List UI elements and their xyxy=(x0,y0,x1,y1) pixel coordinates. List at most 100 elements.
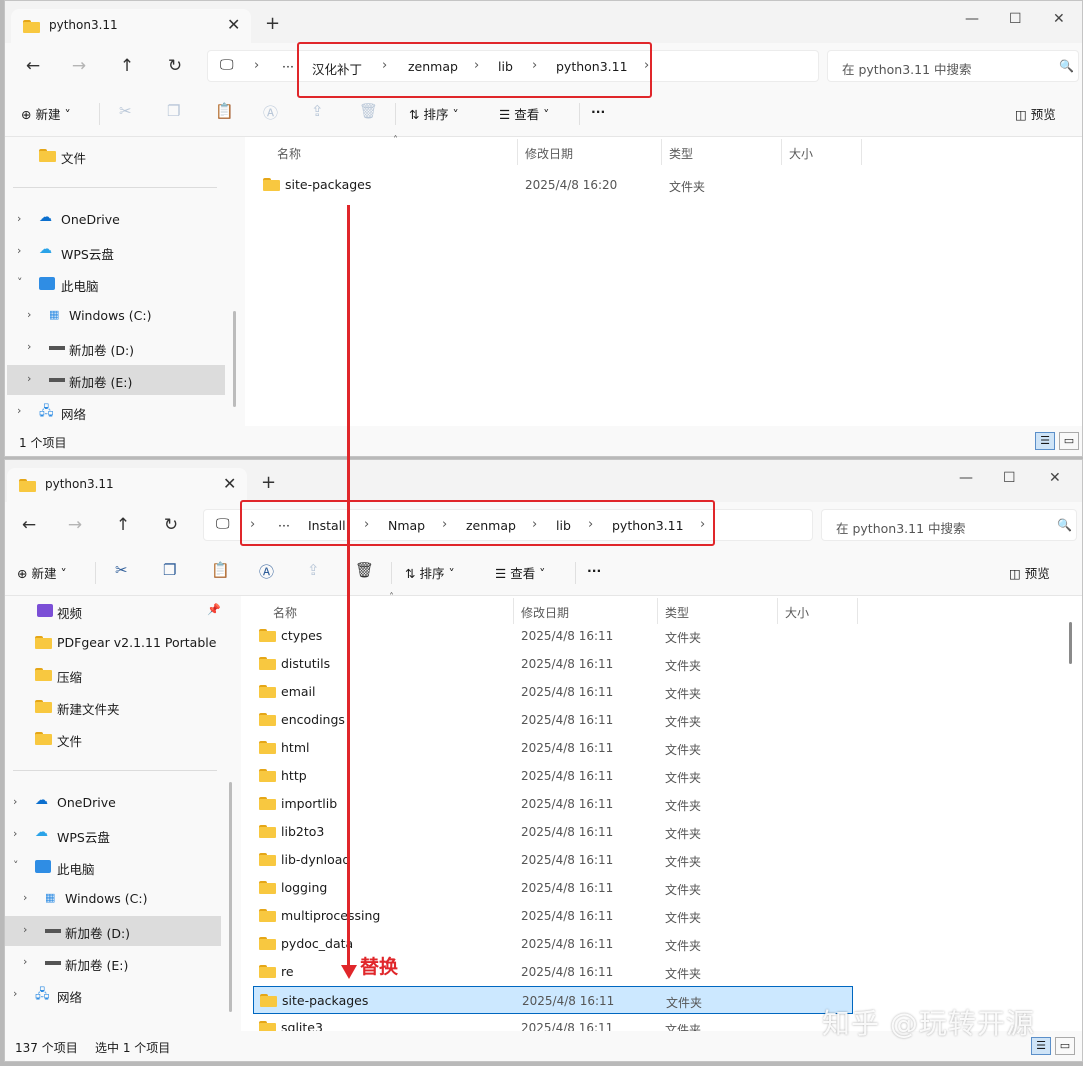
sidebar-item-network[interactable]: › 🖧 网络 xyxy=(7,397,225,427)
chevron-down-icon[interactable]: ˅ xyxy=(17,276,23,289)
paste-icon[interactable]: 📋 xyxy=(215,102,234,120)
forward-button[interactable]: → xyxy=(67,55,91,79)
sidebar-item-drive-e[interactable]: › 新加卷 (E:) xyxy=(7,948,225,978)
search-input[interactable]: 在 python3.11 中搜索 🔍 xyxy=(827,50,1079,82)
chevron-right-icon[interactable]: › xyxy=(27,340,31,353)
file-row[interactable]: logging 2025/4/8 16:11 文件夹 xyxy=(253,874,853,902)
minimize-button[interactable]: — xyxy=(965,11,979,27)
new-button[interactable]: ⊕ 新建 ˅ xyxy=(17,563,67,582)
sidebar-item-this-pc[interactable]: ˅ 此电脑 xyxy=(7,852,225,882)
sidebar-item-drive-c[interactable]: › ▦ Windows (C:) xyxy=(7,884,225,914)
file-row[interactable]: encodings 2025/4/8 16:11 文件夹 xyxy=(253,706,853,734)
tab-python311[interactable]: python3.11 ✕ xyxy=(7,468,247,502)
copy-icon[interactable]: ❐ xyxy=(167,102,180,120)
chevron-right-icon[interactable]: › xyxy=(23,891,27,904)
file-row[interactable]: http 2025/4/8 16:11 文件夹 xyxy=(253,762,853,790)
new-tab-button[interactable]: + xyxy=(265,13,280,34)
sidebar-item-files[interactable]: 文件 xyxy=(7,141,225,171)
refresh-button[interactable]: ↻ xyxy=(163,55,187,79)
file-row[interactable]: email 2025/4/8 16:11 文件夹 xyxy=(253,678,853,706)
column-type[interactable]: 类型 xyxy=(669,145,693,162)
sidebar-item-this-pc[interactable]: ˅ 此电脑 xyxy=(7,269,225,299)
column-modified[interactable]: 修改日期 xyxy=(521,604,569,621)
file-list-scrollbar[interactable] xyxy=(1069,622,1072,664)
cut-icon[interactable]: ✂ xyxy=(119,102,132,120)
sidebar-item-network[interactable]: › 🖧 网络 xyxy=(7,980,225,1010)
share-icon[interactable]: ⇪ xyxy=(311,102,324,120)
sidebar-item-video[interactable]: 视频 📌 xyxy=(7,596,225,626)
file-row[interactable]: lib2to3 2025/4/8 16:11 文件夹 xyxy=(253,818,853,846)
column-modified[interactable]: 修改日期 xyxy=(525,145,573,162)
tab-python311[interactable]: python3.11 ✕ xyxy=(11,9,251,43)
chevron-right-icon[interactable]: › xyxy=(13,987,17,1000)
chevron-right-icon[interactable]: › xyxy=(27,372,31,385)
sidebar-item-onedrive[interactable]: › ☁ OneDrive xyxy=(7,205,225,235)
more-options-button[interactable]: ··· xyxy=(591,104,605,119)
more-options-button[interactable]: ··· xyxy=(587,563,601,578)
file-row[interactable]: distutils 2025/4/8 16:11 文件夹 xyxy=(253,650,853,678)
minimize-button[interactable]: — xyxy=(959,470,973,486)
sort-button[interactable]: ⇅ 排序 ˅ xyxy=(405,563,455,582)
new-tab-button[interactable]: + xyxy=(261,472,276,493)
tiles-view-icon[interactable]: ▭ xyxy=(1059,432,1079,450)
paste-icon[interactable]: 📋 xyxy=(211,561,230,579)
sort-button[interactable]: ⇅ 排序 ˅ xyxy=(409,104,459,123)
details-view-icon[interactable]: ☰ xyxy=(1035,432,1055,450)
up-button[interactable]: ↑ xyxy=(115,55,139,79)
sidebar-scrollbar[interactable] xyxy=(233,311,236,407)
pin-icon[interactable]: 📌 xyxy=(207,603,221,616)
chevron-right-icon[interactable]: › xyxy=(23,955,27,968)
file-row[interactable]: lib-dynload 2025/4/8 16:11 文件夹 xyxy=(253,846,853,874)
sidebar-item-files[interactable]: 文件 xyxy=(7,724,225,754)
tiles-view-icon[interactable]: ▭ xyxy=(1055,1037,1075,1055)
sidebar-item-onedrive[interactable]: › ☁ OneDrive xyxy=(7,788,225,818)
up-button[interactable]: ↑ xyxy=(111,514,135,538)
rename-icon[interactable]: Ⓐ xyxy=(263,102,278,123)
chevron-right-icon[interactable]: › xyxy=(13,795,17,808)
file-row[interactable]: ctypes 2025/4/8 16:11 文件夹 xyxy=(253,622,853,650)
back-button[interactable]: ← xyxy=(21,55,45,79)
preview-pane-button[interactable]: ◫ 预览 xyxy=(1009,563,1050,582)
sidebar-item-drive-e[interactable]: › 新加卷 (E:) xyxy=(7,365,225,395)
sidebar-item-pdfgear[interactable]: PDFgear v2.1.11 Portable xyxy=(7,628,225,658)
copy-icon[interactable]: ❐ xyxy=(163,561,176,579)
chevron-right-icon[interactable]: › xyxy=(17,244,21,257)
sidebar-scrollbar[interactable] xyxy=(229,782,232,1012)
close-tab-icon[interactable]: ✕ xyxy=(227,15,240,34)
close-window-button[interactable]: ✕ xyxy=(1053,11,1065,27)
close-window-button[interactable]: ✕ xyxy=(1049,470,1061,486)
close-tab-icon[interactable]: ✕ xyxy=(223,474,236,493)
sidebar-item-drive-d[interactable]: › 新加卷 (D:) xyxy=(5,916,221,946)
column-type[interactable]: 类型 xyxy=(665,604,689,621)
column-name[interactable]: 名称 xyxy=(273,604,297,621)
sidebar-item-drive-d[interactable]: › 新加卷 (D:) xyxy=(7,333,225,363)
view-button[interactable]: ☰ 查看 ˅ xyxy=(499,104,549,123)
chevron-right-icon[interactable]: › xyxy=(17,212,21,225)
maximize-button[interactable]: ☐ xyxy=(1003,470,1016,486)
file-row-site-packages[interactable]: site-packages 2025/4/8 16:20 文件夹 xyxy=(257,171,857,199)
sidebar-item-wps[interactable]: › ☁ WPS云盘 xyxy=(7,237,225,267)
chevron-right-icon[interactable]: › xyxy=(27,308,31,321)
file-row[interactable]: site-packages 2025/4/8 16:11 文件夹 xyxy=(253,986,853,1014)
sidebar-item-drive-c[interactable]: › ▦ Windows (C:) xyxy=(7,301,225,331)
cut-icon[interactable]: ✂ xyxy=(115,561,128,579)
chevron-right-icon[interactable]: › xyxy=(23,923,27,936)
file-row[interactable]: pydoc_data 2025/4/8 16:11 文件夹 xyxy=(253,930,853,958)
maximize-button[interactable]: ☐ xyxy=(1009,11,1022,27)
refresh-button[interactable]: ↻ xyxy=(159,514,183,538)
file-row[interactable]: multiprocessing 2025/4/8 16:11 文件夹 xyxy=(253,902,853,930)
rename-icon[interactable]: Ⓐ xyxy=(259,561,274,582)
view-button[interactable]: ☰ 查看 ˅ xyxy=(495,563,545,582)
more-path-button[interactable]: ··· xyxy=(282,59,294,74)
back-button[interactable]: ← xyxy=(17,514,41,538)
new-button[interactable]: ⊕ 新建 ˅ xyxy=(21,104,71,123)
column-size[interactable]: 大小 xyxy=(785,604,809,621)
chevron-right-icon[interactable]: › xyxy=(13,827,17,840)
sidebar-item-new-folder[interactable]: 新建文件夹 xyxy=(7,692,225,722)
chevron-down-icon[interactable]: ˅ xyxy=(13,859,19,872)
column-size[interactable]: 大小 xyxy=(789,145,813,162)
search-input[interactable]: 在 python3.11 中搜索 🔍 xyxy=(821,509,1077,541)
column-name[interactable]: 名称 xyxy=(277,145,301,162)
delete-icon[interactable]: 🗑 xyxy=(355,561,374,579)
file-row[interactable]: importlib 2025/4/8 16:11 文件夹 xyxy=(253,790,853,818)
